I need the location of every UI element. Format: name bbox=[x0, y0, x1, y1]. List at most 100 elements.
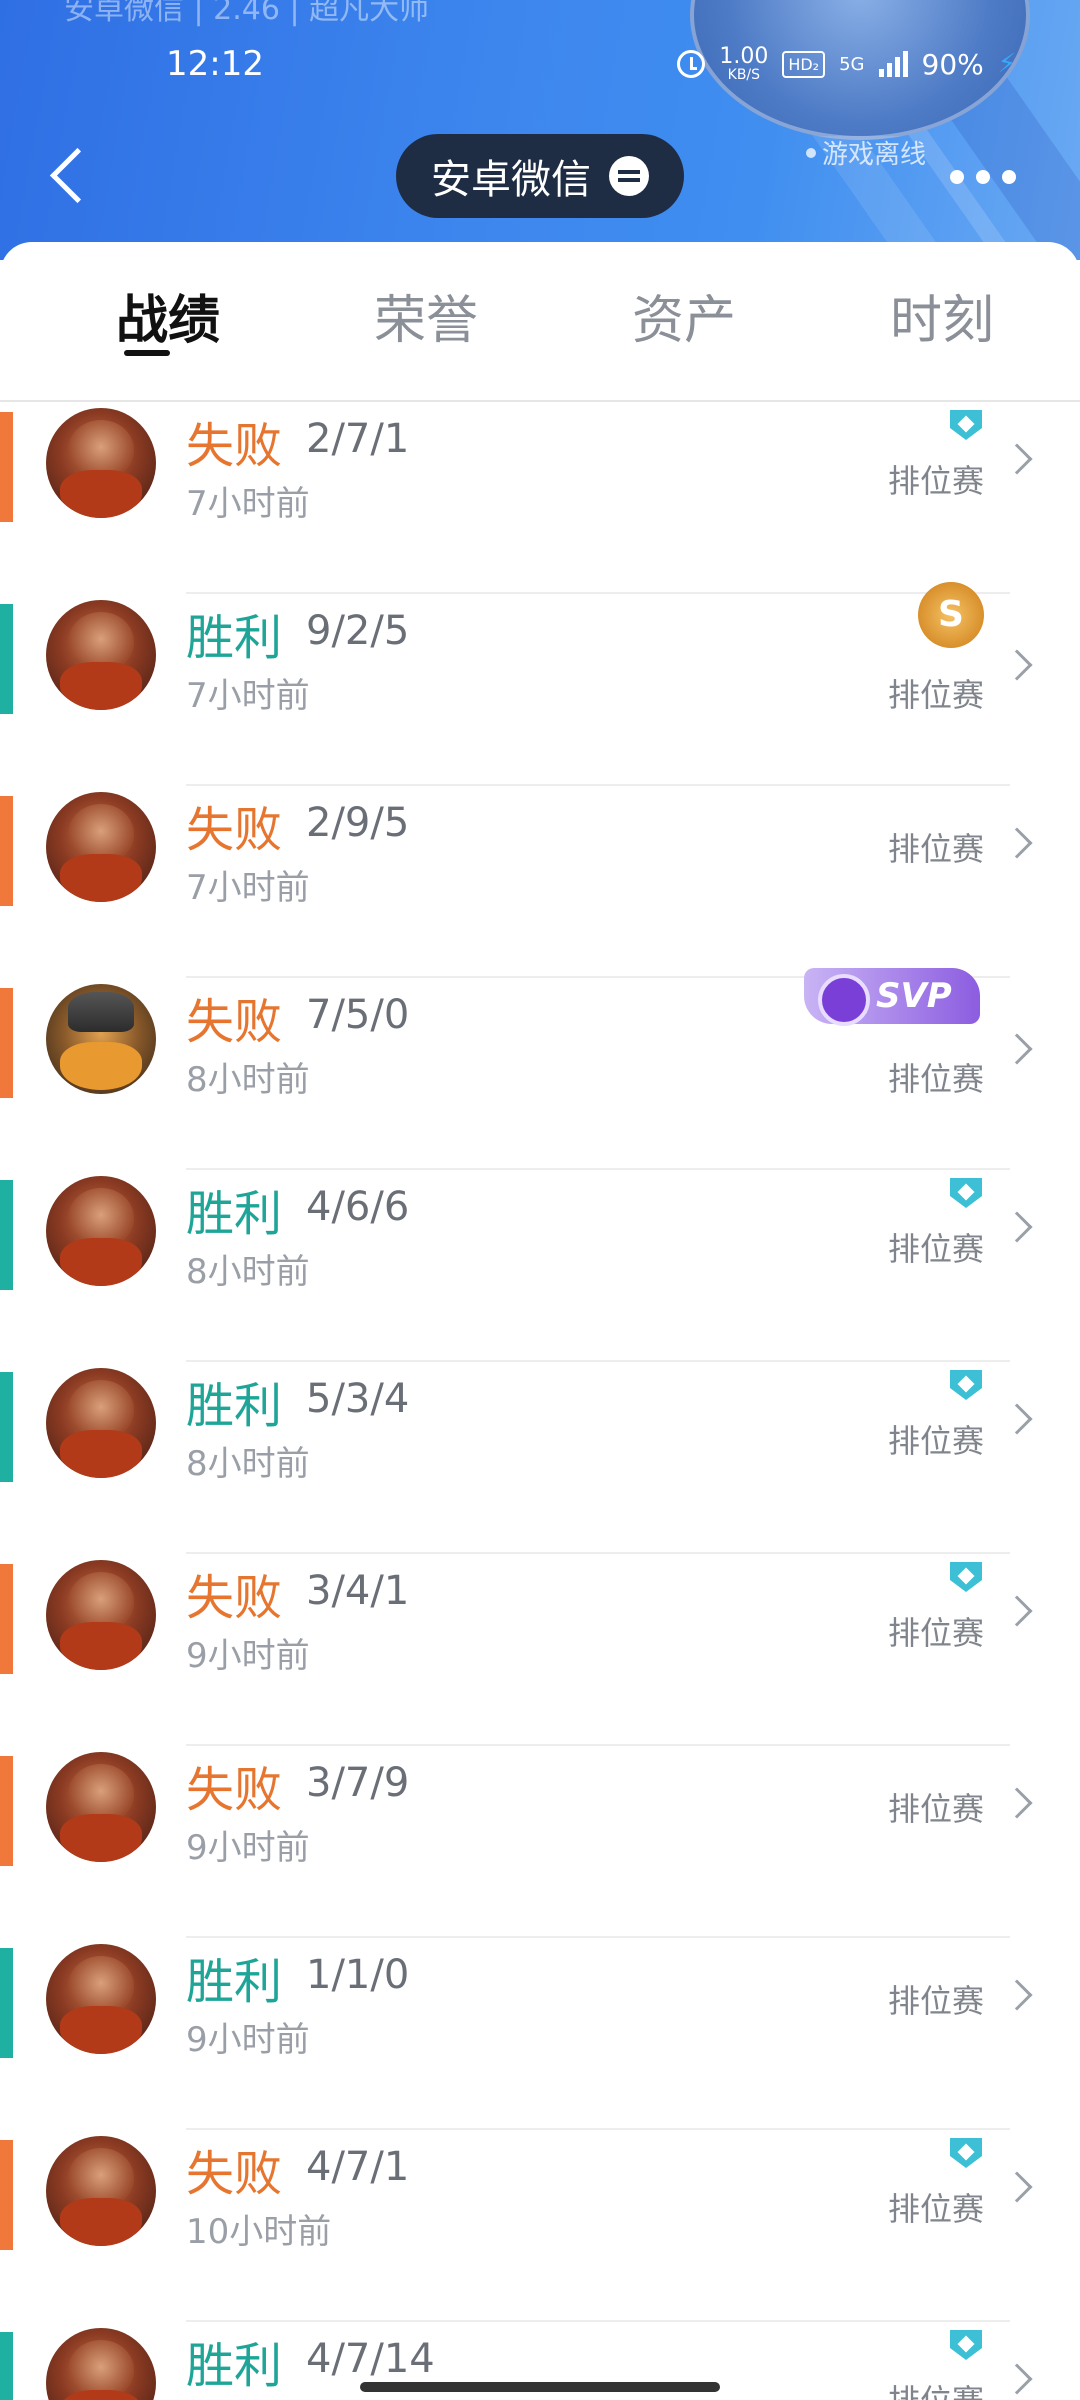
match-row[interactable]: 失败 4/7/1 10小时前 排位赛 bbox=[0, 2130, 1080, 2322]
hero-avatar bbox=[46, 1560, 156, 1670]
hero-avatar bbox=[46, 1944, 156, 2054]
result-indicator-bar bbox=[0, 412, 13, 522]
match-result: 失败 bbox=[186, 802, 283, 858]
match-row[interactable]: 失败 7/5/0 8小时前 排位赛 SVP bbox=[0, 968, 1080, 1170]
match-result: 胜利 bbox=[186, 1378, 283, 1434]
match-mode: 排位赛 bbox=[888, 2376, 984, 2400]
hero-avatar bbox=[46, 2136, 156, 2246]
match-kda: 3/7/9 bbox=[306, 1760, 410, 1806]
swap-icon bbox=[609, 156, 649, 196]
shield-badge-icon bbox=[950, 2138, 982, 2168]
result-indicator-bar bbox=[0, 1948, 13, 2058]
match-mode: 排位赛 bbox=[887, 1060, 984, 1098]
match-mode: 排位赛 bbox=[887, 2190, 984, 2228]
tab-moments[interactable]: 时刻 bbox=[852, 278, 1032, 353]
match-result: 失败 bbox=[186, 2146, 283, 2202]
tab-active-indicator bbox=[124, 350, 170, 356]
match-row[interactable]: 失败 3/7/9 9小时前 排位赛 bbox=[0, 1746, 1080, 1938]
match-mode: 排位赛 bbox=[887, 1230, 984, 1268]
coin-s-badge-icon: S bbox=[918, 582, 984, 648]
chevron-right-icon bbox=[1001, 1033, 1033, 1065]
tab-bar: 战绩 荣誉 资产 时刻 bbox=[0, 242, 1080, 402]
status-time: 12:12 bbox=[166, 44, 264, 84]
svp-badge-icon: SVP bbox=[804, 968, 980, 1026]
battery-level: 90% bbox=[921, 47, 984, 81]
alarm-icon bbox=[677, 50, 706, 78]
match-mode: 排位赛 bbox=[887, 830, 984, 868]
chevron-right-icon bbox=[1001, 1979, 1033, 2011]
account-switch-button[interactable]: 安卓微信 bbox=[396, 134, 684, 218]
more-icon[interactable] bbox=[950, 170, 1016, 184]
home-indicator[interactable] bbox=[360, 2382, 720, 2392]
match-mode: 排位赛 bbox=[887, 462, 984, 500]
tab-honor[interactable]: 荣誉 bbox=[336, 278, 516, 353]
match-time: 9小时前 bbox=[186, 1636, 310, 1676]
result-indicator-bar bbox=[0, 1564, 13, 1674]
hero-avatar bbox=[46, 2328, 156, 2400]
match-row[interactable]: 胜利 4/6/6 8小时前 排位赛 bbox=[0, 1170, 1080, 1362]
match-time: 10小时前 bbox=[186, 2396, 331, 2400]
match-row[interactable]: 胜利 5/3/4 8小时前 排位赛 bbox=[0, 1362, 1080, 1554]
back-icon[interactable] bbox=[44, 150, 84, 200]
match-row[interactable]: 胜利 1/1/0 9小时前 排位赛 bbox=[0, 1938, 1080, 2130]
match-kda: 4/7/1 bbox=[306, 2144, 410, 2190]
result-indicator-bar bbox=[0, 2140, 13, 2250]
shield-badge-icon bbox=[950, 1178, 982, 1208]
match-result: 失败 bbox=[186, 1762, 283, 1818]
hd-voice-icon: HD₂ bbox=[782, 50, 826, 78]
match-time: 7小时前 bbox=[186, 868, 310, 908]
match-time: 10小时前 bbox=[186, 2212, 332, 2252]
match-time: 8小时前 bbox=[186, 1060, 310, 1100]
match-mode: 排位赛 bbox=[887, 1422, 984, 1460]
presence-status: 游戏离线 bbox=[806, 134, 926, 171]
player-info-text: 安卓微信 | 2.46 | 超凡大师 bbox=[64, 0, 430, 27]
match-result: 胜利 bbox=[186, 610, 283, 666]
signal-icon bbox=[878, 51, 908, 77]
match-time: 7小时前 bbox=[186, 676, 310, 716]
account-label: 安卓微信 bbox=[431, 157, 591, 203]
chevron-right-icon bbox=[1001, 1595, 1033, 1627]
match-row[interactable]: 失败 3/4/1 9小时前 排位赛 bbox=[0, 1554, 1080, 1746]
match-result: 胜利 bbox=[186, 1186, 283, 1242]
match-result: 胜利 bbox=[186, 1954, 283, 2010]
profile-header: 安卓微信 | 2.46 | 超凡大师 12:12 1.00 KB/S HD₂ 5… bbox=[0, 0, 1080, 260]
result-indicator-bar bbox=[0, 2332, 13, 2400]
match-kda: 9/2/5 bbox=[306, 608, 410, 654]
match-kda: 4/6/6 bbox=[306, 1184, 410, 1230]
hero-avatar bbox=[46, 1176, 156, 1286]
hero-avatar bbox=[46, 984, 156, 1094]
match-result: 胜利 bbox=[186, 2338, 283, 2394]
network-type: 5G bbox=[839, 53, 865, 75]
presence-dot-icon bbox=[806, 147, 816, 158]
chevron-right-icon bbox=[1001, 649, 1033, 681]
tab-assets[interactable]: 资产 bbox=[594, 278, 774, 353]
chevron-right-icon bbox=[1001, 1403, 1033, 1435]
match-kda: 4/7/14 bbox=[306, 2336, 435, 2382]
chevron-right-icon bbox=[1001, 1211, 1033, 1243]
match-mode: 排位赛 bbox=[887, 1982, 984, 2020]
hero-avatar bbox=[46, 792, 156, 902]
match-kda: 2/7/1 bbox=[306, 416, 410, 462]
match-result: 失败 bbox=[186, 1570, 283, 1626]
shield-badge-icon bbox=[950, 1562, 982, 1592]
match-time: 9小时前 bbox=[186, 2020, 310, 2060]
result-indicator-bar bbox=[0, 604, 13, 714]
match-row[interactable]: 失败 2/9/5 7小时前 排位赛 bbox=[0, 786, 1080, 978]
charging-icon: ⚡ bbox=[997, 49, 1016, 79]
match-result: 失败 bbox=[186, 994, 283, 1050]
chevron-right-icon bbox=[1001, 443, 1033, 475]
match-mode: 排位赛 bbox=[887, 1790, 984, 1828]
match-result: 失败 bbox=[186, 418, 283, 474]
tab-record[interactable]: 战绩 bbox=[78, 278, 258, 353]
result-indicator-bar bbox=[0, 988, 13, 1098]
match-row[interactable]: 失败 2/7/1 7小时前 排位赛 bbox=[0, 402, 1080, 594]
match-time: 9小时前 bbox=[186, 1828, 310, 1868]
hero-avatar bbox=[46, 600, 156, 710]
result-indicator-bar bbox=[0, 796, 13, 906]
hero-avatar bbox=[46, 408, 156, 518]
match-kda: 1/1/0 bbox=[306, 1952, 410, 1998]
result-indicator-bar bbox=[0, 1180, 13, 1290]
match-row[interactable]: 胜利 9/2/5 7小时前 排位赛 S bbox=[0, 582, 1080, 786]
match-kda: 5/3/4 bbox=[306, 1376, 410, 1422]
match-mode: 排位赛 bbox=[887, 676, 984, 714]
